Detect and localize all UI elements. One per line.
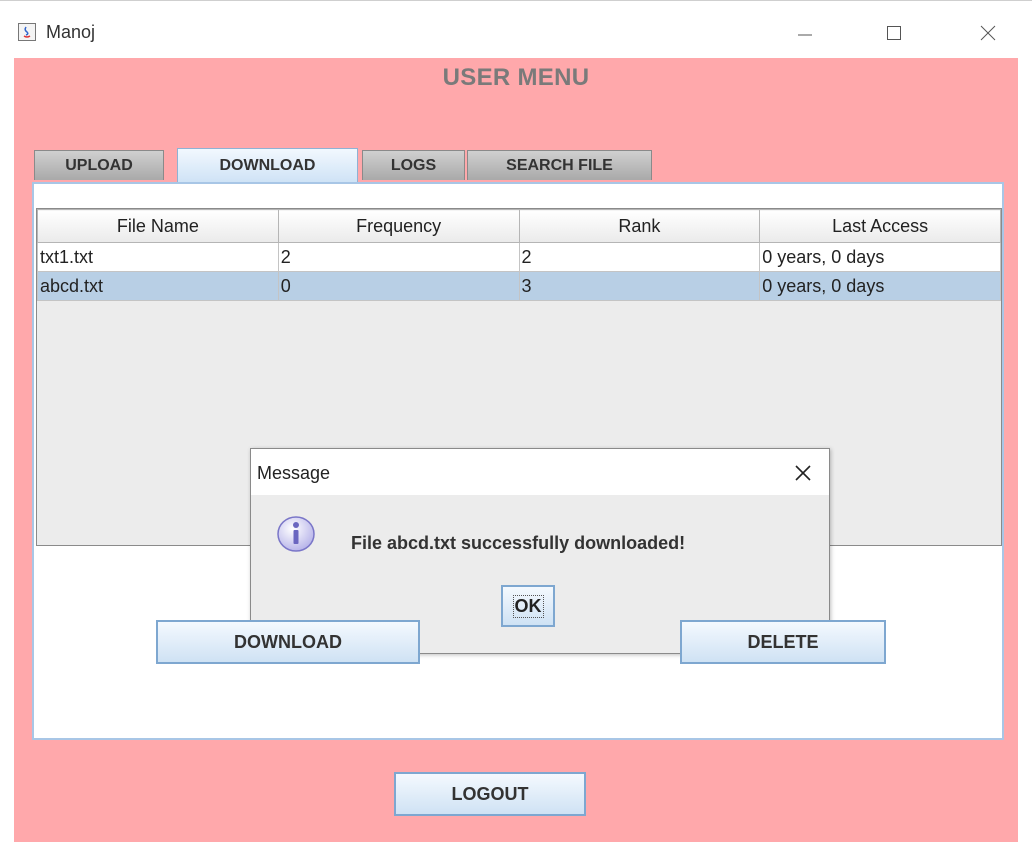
page-title: USER MENU (442, 64, 590, 91)
ok-button[interactable]: OK (501, 585, 555, 627)
cell-frequency: 0 (277, 271, 520, 301)
user-menu-content: USER MENU UPLOAD DOWNLOAD LOGS SEARCH FI… (14, 58, 1018, 842)
cell-rank: 3 (518, 271, 761, 301)
info-icon (275, 513, 317, 555)
window-title: Manoj (46, 22, 96, 42)
cell-file-name: abcd.txt (37, 271, 279, 301)
tab-download[interactable]: DOWNLOAD (177, 148, 358, 182)
file-table: File Name Frequency Rank Last Access txt… (37, 209, 1001, 301)
tab-logs[interactable]: LOGS (362, 150, 465, 180)
tab-upload[interactable]: UPLOAD (34, 150, 164, 180)
cell-frequency: 2 (277, 242, 520, 272)
table-row-selected[interactable]: abcd.txt 0 3 0 years, 0 days (37, 271, 1001, 301)
table-header-row: File Name Frequency Rank Last Access (37, 209, 1001, 243)
dialog-close-icon[interactable] (791, 461, 815, 485)
cell-file-name: txt1.txt (37, 242, 279, 272)
table-row[interactable]: txt1.txt 2 2 0 years, 0 days (37, 242, 1001, 272)
column-header-file-name[interactable]: File Name (37, 209, 279, 243)
cell-last-access: 0 years, 0 days (759, 271, 1001, 301)
delete-button[interactable]: DELETE (680, 620, 886, 664)
download-button[interactable]: DOWNLOAD (156, 620, 420, 664)
ok-button-label: OK (512, 594, 544, 618)
logout-button[interactable]: LOGOUT (394, 772, 586, 816)
cell-rank: 2 (518, 242, 761, 272)
java-app-icon (18, 23, 36, 41)
cell-last-access: 0 years, 0 days (759, 242, 1001, 272)
column-header-last-access[interactable]: Last Access (759, 209, 1001, 243)
dialog-titlebar: Message (251, 449, 829, 495)
dialog-message: File abcd.txt successfully downloaded! (351, 533, 686, 553)
download-tab-panel: File Name Frequency Rank Last Access txt… (32, 182, 1004, 740)
tab-search-file[interactable]: SEARCH FILE (467, 150, 652, 180)
window-close-icon[interactable] (965, 15, 1011, 51)
minimize-icon[interactable] (782, 15, 828, 51)
window-titlebar: Manoj (0, 0, 1032, 58)
maximize-icon[interactable] (871, 15, 917, 51)
dialog-title: Message (257, 463, 331, 483)
column-header-frequency[interactable]: Frequency (277, 209, 520, 243)
column-header-rank[interactable]: Rank (518, 209, 761, 243)
